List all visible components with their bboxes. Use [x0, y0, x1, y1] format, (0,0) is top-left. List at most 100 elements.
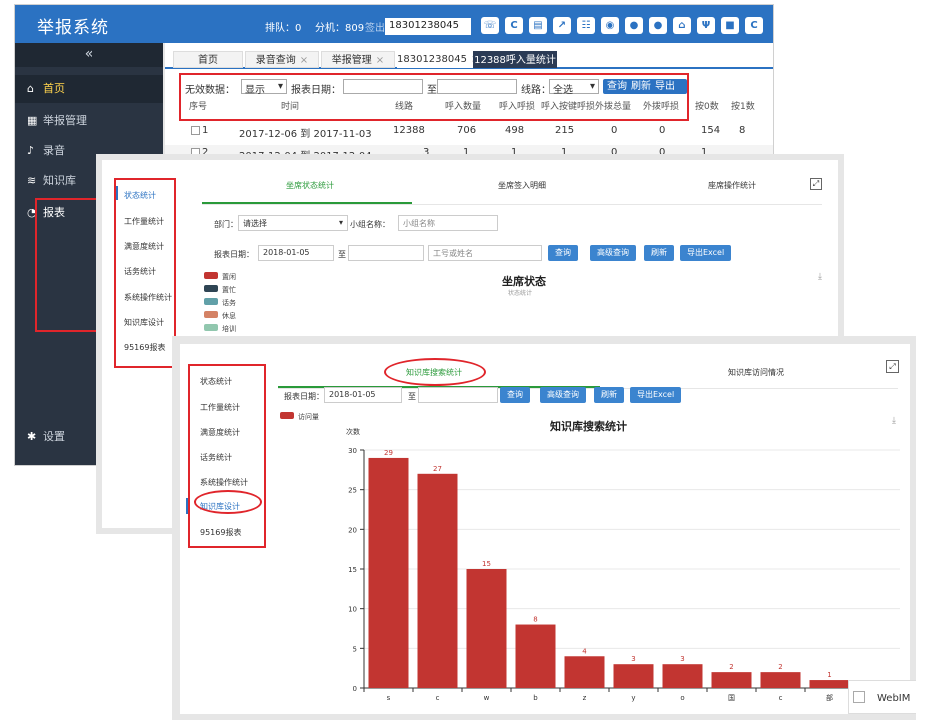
collapse-button[interactable]: «	[15, 43, 163, 67]
y-tick-label: 5	[353, 645, 357, 653]
mute-icon[interactable]: ■	[721, 17, 739, 34]
refresh-button[interactable]: 刷新	[644, 245, 674, 261]
column-header: 序号	[189, 102, 208, 112]
side-system-ops-stats[interactable]: 系统操作统计	[124, 292, 172, 303]
side-status-stats[interactable]: 状态统计	[124, 190, 156, 201]
row-checkbox[interactable]	[191, 125, 200, 135]
conference-icon[interactable]: ☷	[577, 17, 595, 34]
fullscreen-icon[interactable]: ⤢	[810, 178, 822, 190]
signout-link[interactable]: 签出	[365, 19, 385, 34]
legend-swatch	[204, 298, 218, 305]
invalid-data-select[interactable]: 显示 ▾	[241, 79, 287, 96]
start-date-input[interactable]: 2018-01-05	[258, 245, 334, 261]
tab-recording-query[interactable]: 录音查询 ×	[245, 51, 319, 68]
cc-icon[interactable]: C	[505, 17, 523, 34]
tab-12388-inbound-stats[interactable]: 12388呼入量统计	[473, 51, 557, 68]
tab-phone[interactable]: 18301238045×	[397, 51, 479, 68]
to-label: 至	[338, 250, 346, 259]
y-tick-label: 0	[353, 685, 357, 693]
query-button[interactable]: 查询	[548, 245, 578, 261]
side-satisfaction-stats[interactable]: 满意度统计	[124, 241, 164, 252]
side-workload-stats[interactable]: 工作量统计	[124, 216, 164, 227]
column-header: 时间	[281, 102, 300, 112]
help-icon[interactable]: C	[745, 17, 763, 34]
agent-search-input[interactable]: 工号或姓名	[428, 245, 542, 261]
download-icon[interactable]: ⤓	[818, 272, 822, 282]
sidebar-item-label: 举报管理	[43, 114, 87, 127]
legend-label: 休息	[222, 312, 236, 320]
dept-select[interactable]: 请选择 ▾	[238, 215, 348, 231]
end-date-input[interactable]	[348, 245, 424, 261]
column-header: 呼入数量	[445, 102, 482, 112]
user-icon[interactable]: ●	[625, 17, 643, 34]
bar[interactable]	[613, 664, 654, 688]
bar[interactable]	[760, 672, 801, 688]
side-traffic-stats[interactable]: 话务统计	[124, 266, 156, 277]
hold-icon[interactable]: ⌂	[673, 17, 691, 34]
agent-icon[interactable]: ●	[649, 17, 667, 34]
column-header: 外拨呼损	[643, 102, 680, 112]
side-knowledge-base[interactable]: 知识库设计	[124, 317, 164, 328]
tab-home[interactable]: 首页	[173, 51, 243, 68]
tab-agent-checkin-detail[interactable]: 坐席签入明细	[498, 180, 546, 191]
webim-widget[interactable]: WebIM	[848, 680, 916, 714]
signal-icon[interactable]: ◉	[601, 17, 619, 34]
column-header: 按0数	[695, 102, 719, 112]
kb-search-bar-chart: 次数 0 5 10 15 20 25 30 29 s 27 c 15 w 8 b 4 z 3 y 3 o 2 国 2 c 1 部	[346, 427, 900, 702]
bar[interactable]	[711, 672, 752, 688]
queue-count: 排队：0	[265, 23, 302, 34]
legend-label: 置忙	[222, 286, 236, 294]
bar[interactable]	[417, 473, 458, 688]
table-row[interactable]: 1 2017-12-06 到 2017-11-03 12388 706 498 …	[165, 119, 773, 145]
phone-input[interactable]: 18301238045	[385, 18, 471, 35]
webim-label: WebIM	[877, 693, 911, 704]
dept-label: 部门：	[214, 220, 238, 229]
filter-panel: 无效数据： 显示 ▾ 报表日期： 至 线路： 全选 ▾ 查询 刷新 导出Excel	[179, 73, 689, 121]
group-name-input[interactable]: 小组名称	[398, 215, 498, 231]
data-label: 2	[778, 663, 782, 671]
legend-swatch	[204, 272, 218, 279]
bar[interactable]	[809, 680, 850, 688]
data-label: 8	[533, 616, 537, 624]
extension-number: 分机：809	[315, 23, 365, 34]
phone-icon[interactable]: ☏	[481, 17, 499, 34]
end-date-input[interactable]	[437, 79, 517, 94]
bar[interactable]	[515, 624, 556, 688]
x-tick-label: c	[779, 694, 783, 702]
layers-icon: ≋	[27, 174, 37, 187]
advanced-query-button[interactable]: 高级查询	[590, 245, 636, 261]
x-tick-label: y	[631, 694, 635, 702]
line-select[interactable]: 全选 ▾	[549, 79, 599, 96]
tab-report-management[interactable]: 举报管理 ×	[321, 51, 395, 68]
side-95169-report[interactable]: 95169报表	[124, 342, 165, 353]
bar[interactable]	[564, 656, 605, 688]
data-label: 29	[384, 449, 393, 457]
x-tick-label: b	[533, 694, 538, 702]
legend-swatch	[204, 285, 218, 292]
sidebar-item-report-management[interactable]: ▦ 举报管理	[15, 107, 163, 135]
sidebar-item-label: 设置	[43, 430, 65, 443]
tab-agent-ops-stats[interactable]: 座席操作统计	[708, 180, 756, 191]
data-label: 2	[729, 663, 733, 671]
screen-icon[interactable]: ▤	[529, 17, 547, 34]
mic-icon: ♪	[27, 144, 35, 157]
legend-label: 培训	[222, 325, 236, 333]
transfer-icon[interactable]: ↗	[553, 17, 571, 34]
sidebar-item-home[interactable]: ⌂ 首页	[15, 75, 163, 103]
home-icon: ⌂	[27, 82, 34, 95]
bar[interactable]	[466, 569, 507, 688]
export-excel-button[interactable]: 导出Excel	[680, 245, 732, 261]
data-label: 4	[582, 647, 587, 655]
export-excel-button[interactable]: 导出Excel	[651, 79, 687, 107]
start-date-input[interactable]	[343, 79, 423, 94]
bar[interactable]	[368, 457, 409, 688]
tab-divider	[202, 204, 822, 205]
tab-agent-status-stats[interactable]: 坐席状态统计	[286, 180, 334, 191]
bar[interactable]	[662, 664, 703, 688]
data-label: 27	[433, 465, 442, 473]
restaurant-icon[interactable]: Ψ	[697, 17, 715, 34]
data-label: 3	[631, 655, 635, 663]
close-icon[interactable]: ×	[300, 55, 308, 66]
close-icon[interactable]: ×	[376, 55, 384, 66]
data-label: 1	[827, 671, 831, 679]
